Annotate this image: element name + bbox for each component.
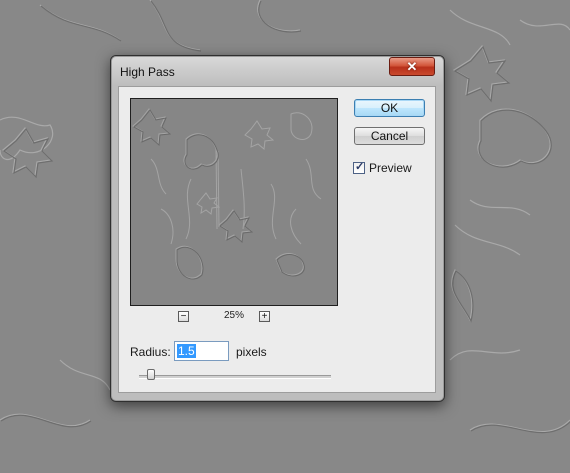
close-icon: ✕	[406, 59, 418, 74]
plus-icon: +	[261, 311, 268, 322]
radius-value-selection: 1.5	[177, 344, 196, 358]
checkmark-icon: ✓	[355, 161, 365, 173]
radius-slider-track[interactable]	[139, 375, 331, 379]
high-pass-dialog: High Pass ✕ − 25% + OK Cancel ✓ Preview …	[110, 55, 445, 402]
zoom-out-button[interactable]: −	[178, 311, 189, 322]
radius-units-label: pixels	[236, 345, 267, 359]
radius-slider-thumb[interactable]	[147, 369, 155, 380]
minus-icon: −	[180, 311, 187, 322]
preview-image	[132, 108, 322, 280]
cancel-button[interactable]: Cancel	[354, 127, 425, 145]
zoom-level: 25%	[223, 310, 244, 321]
preview-label: Preview	[369, 161, 412, 175]
radius-label: Radius:	[130, 345, 171, 359]
title-bar[interactable]: High Pass ✕	[111, 56, 444, 86]
preview-checkbox[interactable]: ✓	[353, 161, 365, 174]
preview-option[interactable]: ✓ Preview	[353, 161, 412, 175]
ok-button[interactable]: OK	[354, 99, 425, 117]
dialog-title: High Pass	[120, 65, 175, 79]
close-button[interactable]: ✕	[389, 57, 435, 76]
zoom-in-button[interactable]: +	[259, 311, 270, 322]
filter-preview[interactable]	[130, 98, 338, 306]
dialog-body: − 25% + OK Cancel ✓ Preview Radius: 1.5 …	[118, 86, 436, 393]
